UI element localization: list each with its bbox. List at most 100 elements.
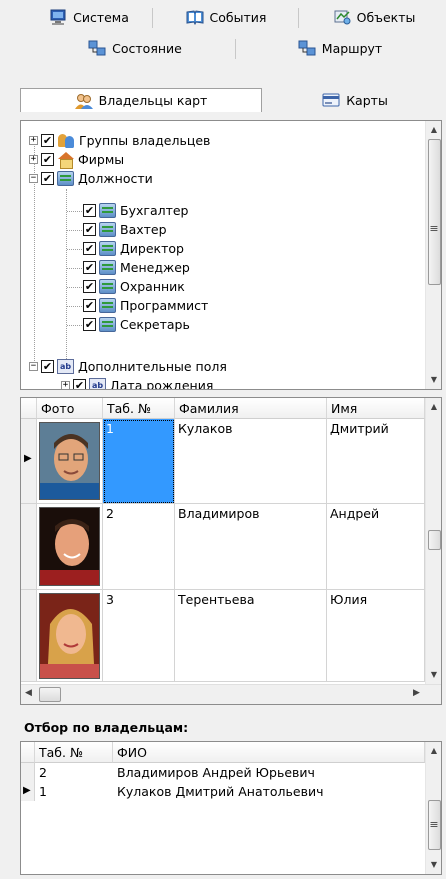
column-header-photo[interactable]: Фото bbox=[37, 398, 103, 419]
fio-cell[interactable]: Кулаков Дмитрий Анатольевич bbox=[113, 782, 425, 801]
checkbox[interactable]: ✔ bbox=[83, 223, 96, 236]
checkbox[interactable]: ✔ bbox=[83, 242, 96, 255]
current-row-icon: ▶ bbox=[24, 453, 32, 464]
scroll-thumb[interactable] bbox=[428, 139, 441, 285]
tree-item-positions[interactable]: − ✔ Должности bbox=[29, 169, 153, 188]
tree-item-position[interactable]: ✔ Охранник bbox=[83, 277, 185, 296]
tab-system[interactable]: Система bbox=[24, 6, 154, 28]
objects-icon bbox=[333, 9, 351, 25]
column-header-name[interactable]: Имя bbox=[327, 398, 425, 419]
scroll-left-icon[interactable]: ◀ bbox=[25, 688, 32, 698]
tree-connector bbox=[67, 230, 82, 231]
row-indicator[interactable] bbox=[21, 763, 35, 782]
people-icon bbox=[57, 133, 75, 148]
tab-label: События bbox=[209, 9, 267, 25]
tree-item-position[interactable]: ✔ Бухгалтер bbox=[83, 201, 189, 220]
surname-cell[interactable]: Владимиров bbox=[175, 504, 327, 590]
expand-icon[interactable]: + bbox=[29, 136, 38, 145]
tree-item-label: Программист bbox=[120, 298, 209, 313]
surname-cell[interactable]: Терентьева bbox=[175, 590, 327, 682]
expand-icon[interactable]: + bbox=[29, 155, 38, 164]
collapse-icon[interactable]: − bbox=[29, 362, 38, 371]
tab-separator bbox=[298, 8, 299, 28]
scroll-up-icon[interactable]: ▲ bbox=[426, 742, 441, 759]
tab-state[interactable]: Состояние bbox=[40, 37, 230, 59]
book-icon bbox=[186, 9, 204, 26]
tab-no-cell[interactable]: 2 bbox=[35, 763, 113, 782]
surname-cell[interactable]: Кулаков bbox=[175, 419, 327, 504]
row-indicator-header bbox=[21, 398, 37, 419]
fio-cell[interactable]: Владимиров Андрей Юрьевич bbox=[113, 763, 425, 782]
grid-vertical-scrollbar[interactable]: ▲ ▼ bbox=[425, 398, 441, 686]
tree-item-position[interactable]: ✔ Менеджер bbox=[83, 258, 190, 277]
checkbox[interactable]: ✔ bbox=[83, 261, 96, 274]
text-field-icon: ab bbox=[57, 359, 74, 374]
name-cell[interactable]: Андрей bbox=[327, 504, 425, 590]
checkbox[interactable]: ✔ bbox=[83, 318, 96, 331]
scroll-down-icon[interactable]: ▼ bbox=[426, 856, 441, 873]
tree-item-label: Менеджер bbox=[120, 260, 190, 275]
tree-connector bbox=[67, 287, 82, 288]
column-header-tab-no[interactable]: Таб. № bbox=[35, 742, 113, 763]
row-indicator[interactable] bbox=[21, 504, 37, 590]
filter-scrollbar[interactable]: ▲ ≡ ▼ bbox=[425, 742, 441, 874]
tree-item-owner-groups[interactable]: + ✔ Группы владельцев bbox=[29, 131, 210, 150]
network-icon bbox=[88, 40, 106, 56]
column-header-fio[interactable]: ФИО bbox=[113, 742, 425, 763]
tree-scrollbar[interactable]: ▲ ≡ ▼ bbox=[425, 121, 441, 389]
tree-item-birthdate[interactable]: + ✔ ab Дата рождения bbox=[61, 376, 213, 389]
checkbox[interactable]: ✔ bbox=[73, 379, 86, 389]
checkbox[interactable]: ✔ bbox=[41, 134, 54, 147]
checkbox[interactable]: ✔ bbox=[41, 172, 54, 185]
tab-no-cell[interactable]: 2 bbox=[103, 504, 175, 590]
name-cell[interactable]: Юлия bbox=[327, 590, 425, 682]
tab-no-cell[interactable]: 1 bbox=[35, 782, 113, 801]
tab-label: Карты bbox=[346, 92, 388, 108]
row-indicator[interactable] bbox=[21, 590, 37, 682]
tab-card-owners[interactable]: Владельцы карт bbox=[20, 88, 262, 112]
row-indicator[interactable]: ▶ bbox=[21, 419, 37, 504]
tree-connector bbox=[67, 211, 82, 212]
photo-cell[interactable] bbox=[37, 590, 103, 682]
owners-grid: Фото Таб. № Фамилия Имя ▶ 1 Кулаков Дмит… bbox=[20, 397, 442, 705]
tab-no-cell[interactable]: 3 bbox=[103, 590, 175, 682]
column-header-surname[interactable]: Фамилия bbox=[175, 398, 327, 419]
tree-item-position[interactable]: ✔ Секретарь bbox=[83, 315, 190, 334]
tree-item-extra-fields[interactable]: − ✔ ab Дополнительные поля bbox=[29, 357, 227, 376]
checkbox[interactable]: ✔ bbox=[83, 280, 96, 293]
checkbox[interactable]: ✔ bbox=[83, 204, 96, 217]
tab-events[interactable]: События bbox=[156, 6, 296, 28]
position-icon bbox=[99, 241, 116, 256]
tab-objects[interactable]: Объекты bbox=[305, 6, 443, 28]
checkbox[interactable]: ✔ bbox=[41, 360, 54, 373]
tab-route[interactable]: Маршрут bbox=[250, 37, 430, 59]
row-indicator-header bbox=[21, 742, 35, 763]
scroll-thumb[interactable] bbox=[39, 687, 61, 702]
column-header-tab-no[interactable]: Таб. № bbox=[103, 398, 175, 419]
tree-item-label: Фирмы bbox=[78, 152, 125, 167]
tree-item-label: Секретарь bbox=[120, 317, 190, 332]
tree-item-position[interactable]: ✔ Директор bbox=[83, 239, 184, 258]
tab-no-cell[interactable]: 1 bbox=[103, 419, 175, 504]
tree-connector bbox=[66, 189, 67, 367]
scroll-down-icon[interactable]: ▼ bbox=[426, 371, 441, 388]
scroll-up-icon[interactable]: ▲ bbox=[426, 398, 441, 415]
scroll-up-icon[interactable]: ▲ bbox=[426, 121, 441, 138]
expand-icon[interactable]: + bbox=[61, 381, 70, 389]
tree-item-position[interactable]: ✔ Вахтер bbox=[83, 220, 167, 239]
photo-cell[interactable] bbox=[37, 419, 103, 504]
tree-item-firms[interactable]: + ✔ Фирмы bbox=[29, 150, 124, 169]
checkbox[interactable]: ✔ bbox=[41, 153, 54, 166]
scroll-right-icon[interactable]: ▶ bbox=[413, 688, 420, 698]
scroll-thumb[interactable] bbox=[428, 530, 441, 550]
tab-cards[interactable]: Карты bbox=[280, 89, 430, 111]
tree-item-position[interactable]: ✔ Программист bbox=[83, 296, 208, 315]
photo-cell[interactable] bbox=[37, 504, 103, 590]
collapse-icon[interactable]: − bbox=[29, 174, 38, 183]
checkbox[interactable]: ✔ bbox=[83, 299, 96, 312]
owner-photo bbox=[39, 507, 100, 586]
grid-horizontal-scrollbar[interactable]: ◀ ▶ bbox=[21, 684, 441, 704]
scroll-down-icon[interactable]: ▼ bbox=[426, 666, 441, 683]
row-indicator[interactable]: ▶ bbox=[21, 782, 35, 801]
name-cell[interactable]: Дмитрий bbox=[327, 419, 425, 504]
